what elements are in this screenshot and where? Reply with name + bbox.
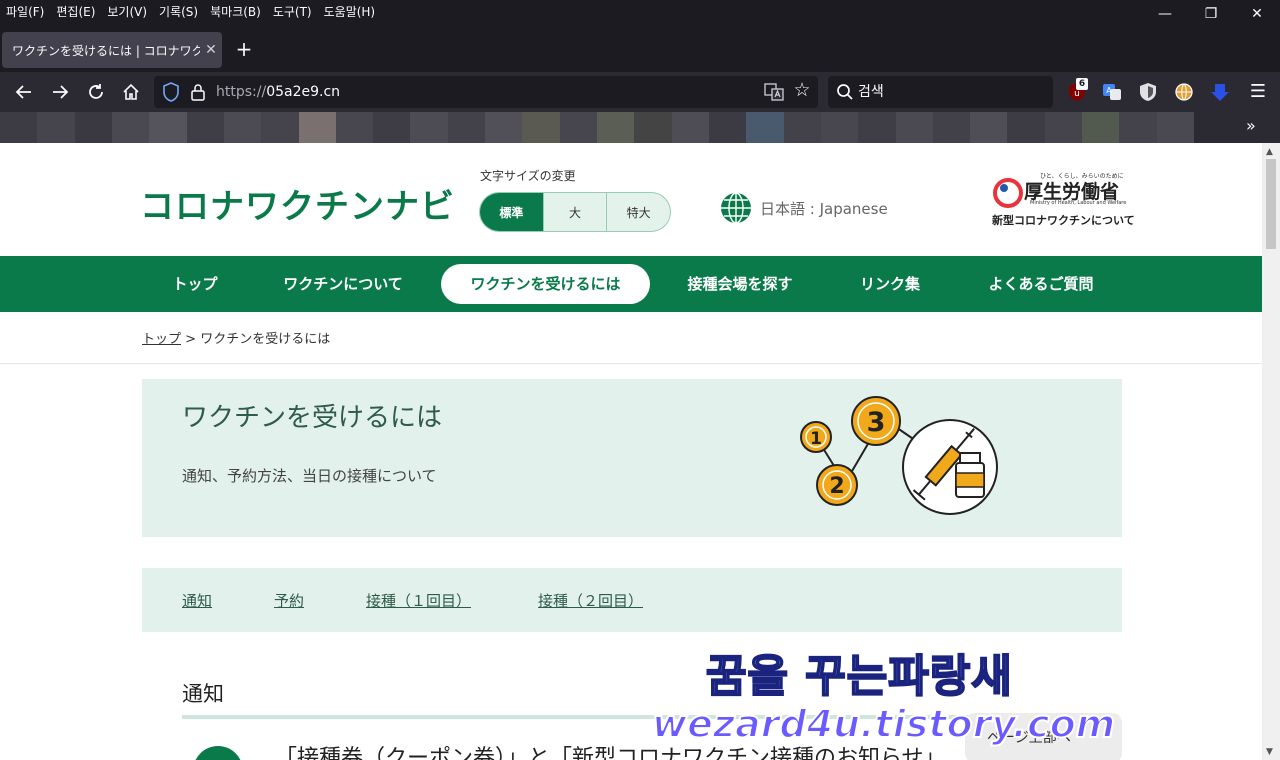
translate-icon[interactable]: [764, 82, 784, 102]
menu-bar: 파일(F) 편집(E) 보기(V) 기록(S) 북마크(B) 도구(T) 도움말…: [0, 0, 1280, 26]
vaccine-steps-illustration: 1 2 3: [800, 396, 998, 515]
step-2-badge: 2: [816, 464, 858, 506]
minimize-button[interactable]: —: [1142, 0, 1188, 28]
menu-bookmarks[interactable]: 북마크(B): [204, 0, 267, 26]
back-button[interactable]: [10, 78, 38, 106]
step-1-badge: 1: [800, 421, 832, 453]
language-label: 日本語 : Japanese: [760, 199, 888, 218]
font-size-large-button[interactable]: 大: [542, 193, 607, 231]
watermark-korean: 꿈을 꾸는파랑새: [705, 650, 1013, 703]
svg-text:u: u: [1074, 89, 1080, 99]
hero-banner: ワクチンを受けるには 通知、予約方法、当日の接種について 1 2 3: [142, 379, 1122, 537]
notice-bullet-icon: [193, 746, 243, 760]
page-description: 通知、予約方法、当日の接種について: [182, 467, 437, 485]
nav-top[interactable]: トップ: [160, 256, 230, 312]
language-selector[interactable]: 日本語 : Japanese: [720, 191, 888, 225]
ministry-emblem-icon: [993, 178, 1023, 208]
nav-find-venue[interactable]: 接種会場を探す: [676, 256, 804, 312]
ministry-english: Ministry of Health, Labour and Welfare: [1030, 200, 1127, 206]
anchor-dose-1[interactable]: 接種（１回目）: [366, 590, 471, 611]
ministry-logo[interactable]: ひと、くらし、みらいのために 厚生労働省 Ministry of Health,…: [990, 169, 1135, 229]
bookmarks-overflow-icon[interactable]: »: [1246, 116, 1256, 135]
font-size-xlarge-button[interactable]: 特大: [606, 193, 670, 231]
menu-tools[interactable]: 도구(T): [267, 0, 318, 26]
browser-tab[interactable]: ワクチンを受けるには | コロナワクチンナビ ✕: [2, 32, 222, 68]
tab-title: ワクチンを受けるには | コロナワクチンナビ: [12, 43, 200, 58]
reload-button[interactable]: [82, 78, 110, 106]
translate-extension-icon[interactable]: A: [1101, 81, 1123, 103]
anchor-reservation[interactable]: 予約: [274, 590, 304, 611]
menu-file[interactable]: 파일(F): [0, 0, 50, 26]
forward-button[interactable]: [46, 78, 74, 106]
step-1-label: 1: [810, 429, 822, 449]
nav-get-vaccinated[interactable]: ワクチンを受けるには: [441, 264, 650, 304]
bookmark-star-icon[interactable]: ☆: [790, 79, 814, 103]
globe-icon: [721, 192, 751, 224]
bookmarks-toolbar: »: [0, 112, 1280, 143]
anchor-dose-2[interactable]: 接種（２回目）: [538, 590, 643, 611]
in-page-links: 通知 予約 接種（１回目） 接種（２回目）: [142, 568, 1122, 632]
breadcrumb-home-link[interactable]: トップ: [142, 332, 181, 347]
menu-history[interactable]: 기록(S): [153, 0, 204, 26]
lock-icon[interactable]: [190, 82, 206, 102]
svg-text:A: A: [1106, 86, 1112, 95]
home-button[interactable]: [117, 78, 145, 106]
restore-button[interactable]: ❐: [1188, 0, 1234, 28]
watermark-url: wezard4u.tistory.com: [651, 701, 1116, 747]
web-page: コロナワクチンナビ 文字サイズの変更 標準 大 特大 日本語 : Japanes…: [0, 143, 1262, 760]
syringe-vial-icon: [902, 419, 998, 515]
nav-links[interactable]: リンク集: [848, 256, 932, 312]
home-icon: [123, 83, 139, 100]
section-title: 通知: [182, 682, 224, 706]
privacy-extension-icon[interactable]: [1137, 81, 1159, 103]
breadcrumb-separator: >: [181, 332, 201, 347]
font-size-standard-button[interactable]: 標準: [480, 193, 543, 231]
url-text[interactable]: https://05a2e9.cn: [216, 84, 340, 100]
divider: [0, 363, 1262, 364]
search-icon: [837, 84, 853, 100]
scroll-up-icon[interactable]: ▲: [1266, 147, 1273, 157]
tab-bar: ワクチンを受けるには | コロナワクチンナビ ✕ +: [0, 26, 1280, 72]
menu-help[interactable]: 도움말(H): [318, 0, 382, 26]
new-tab-button[interactable]: +: [232, 38, 256, 62]
global-nav: トップ ワクチンについて ワクチンを受けるには 接種会場を探す リンク集 よくあ…: [0, 256, 1262, 312]
nav-about-vaccine[interactable]: ワクチンについて: [272, 256, 414, 312]
menu-view[interactable]: 보기(V): [101, 0, 153, 26]
extension-badge: 6: [1076, 78, 1088, 90]
step-3-label: 3: [867, 407, 886, 438]
font-size-switcher: 標準 大 特大: [479, 192, 671, 232]
pixelated-bookmarks: [0, 112, 1194, 143]
search-input[interactable]: [858, 82, 1038, 102]
search-bar[interactable]: [828, 76, 1053, 108]
menu-edit[interactable]: 편집(E): [50, 0, 101, 26]
ministry-subtitle: 新型コロナワクチンについて: [992, 214, 1135, 227]
url-bar[interactable]: https://05a2e9.cn ☆: [154, 76, 818, 108]
nav-faq[interactable]: よくあるご質問: [976, 256, 1106, 312]
scrollbar-thumb[interactable]: [1266, 159, 1276, 249]
arrow-left-icon: [15, 85, 31, 99]
url-scheme: https://: [216, 84, 267, 100]
url-host: 05a2e9.cn: [266, 84, 341, 100]
page-title: ワクチンを受けるには: [182, 403, 443, 433]
breadcrumb: トップ > ワクチンを受けるには: [142, 328, 330, 347]
hamburger-menu-icon[interactable]: ☰: [1244, 78, 1272, 106]
download-arrow-extension-icon[interactable]: [1209, 81, 1231, 103]
tab-close-icon[interactable]: ✕: [200, 42, 222, 58]
step-2-label: 2: [829, 474, 844, 499]
close-window-button[interactable]: ✕: [1234, 0, 1280, 28]
vertical-scrollbar[interactable]: ▲ ▼: [1262, 143, 1280, 760]
scroll-down-icon[interactable]: ▼: [1266, 747, 1273, 757]
breadcrumb-current: ワクチンを受けるには: [200, 332, 331, 347]
window-controls: — ❐ ✕: [1142, 0, 1280, 28]
navigation-toolbar: https://05a2e9.cn ☆ u A ☰: [0, 72, 1280, 112]
step-3-badge: 3: [851, 396, 901, 446]
anchor-notice[interactable]: 通知: [182, 590, 212, 611]
globe-extension-icon[interactable]: [1173, 81, 1195, 103]
site-logo[interactable]: コロナワクチンナビ: [140, 179, 455, 228]
font-size-label: 文字サイズの変更: [480, 169, 576, 183]
tracking-shield-icon[interactable]: [162, 82, 180, 102]
arrow-right-icon: [53, 85, 69, 99]
reload-icon: [89, 84, 103, 99]
